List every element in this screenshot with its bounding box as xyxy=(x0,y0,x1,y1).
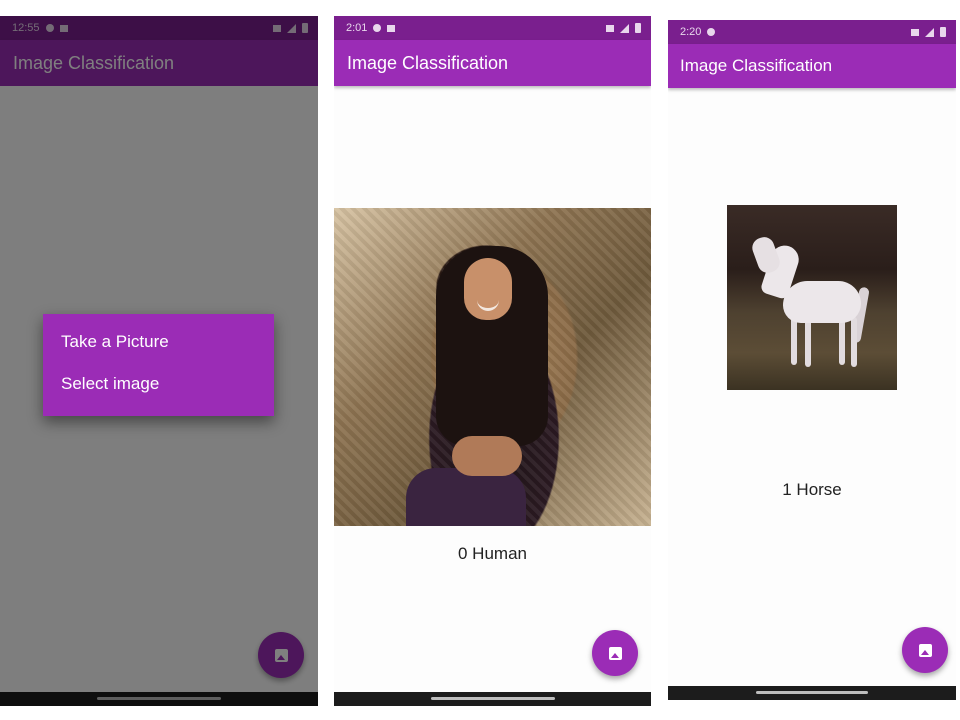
notification-icon xyxy=(707,28,716,36)
app-bar: Image Classification xyxy=(668,44,956,88)
phone-screen-menu: 12:55 Image Classification Take a Pictur… xyxy=(0,16,318,706)
status-time: 2:01 xyxy=(346,22,368,34)
app-title: Image Classification xyxy=(347,52,509,73)
home-gesture-handle[interactable] xyxy=(756,691,868,694)
arm xyxy=(452,436,522,476)
signal-icon xyxy=(925,27,934,37)
classification-result: 1 Horse xyxy=(782,480,842,499)
status-bar: 2:20 xyxy=(668,20,956,44)
vibrate-icon xyxy=(606,24,614,32)
navigation-bar xyxy=(668,686,956,700)
home-gesture-handle[interactable] xyxy=(430,697,555,700)
image-source-menu: Take a Picture Select image xyxy=(43,314,274,416)
app-title: Image Classification xyxy=(680,56,833,75)
horse-leg xyxy=(805,317,811,367)
app-bar: Image Classification xyxy=(334,40,651,86)
classified-image xyxy=(727,205,897,390)
select-image-fab[interactable] xyxy=(592,630,638,676)
phone-screen-human-result: 2:01 Image Classification 0 Human xyxy=(334,16,651,706)
notification-icon xyxy=(373,24,382,32)
status-time: 2:20 xyxy=(680,26,702,38)
status-bar: 2:01 xyxy=(334,16,651,40)
select-image-fab[interactable] xyxy=(902,627,948,673)
battery-icon xyxy=(940,27,946,37)
menu-item-select-image[interactable]: Select image xyxy=(43,370,274,412)
classification-result: 0 Human xyxy=(458,544,527,563)
battery-icon xyxy=(635,23,641,33)
vibrate-icon xyxy=(911,28,919,36)
phone-screen-horse-result: 2:20 Image Classification 1 Horse xyxy=(668,20,956,700)
gallery-icon xyxy=(918,643,932,657)
navigation-bar xyxy=(334,692,651,706)
horse-body xyxy=(783,281,861,323)
skirt xyxy=(406,468,526,526)
classified-image xyxy=(334,208,651,526)
signal-icon xyxy=(620,23,629,33)
gallery-icon xyxy=(608,646,622,660)
horse-leg xyxy=(851,317,857,367)
menu-item-take-picture[interactable]: Take a Picture xyxy=(43,328,274,370)
notification-icon xyxy=(387,24,396,32)
